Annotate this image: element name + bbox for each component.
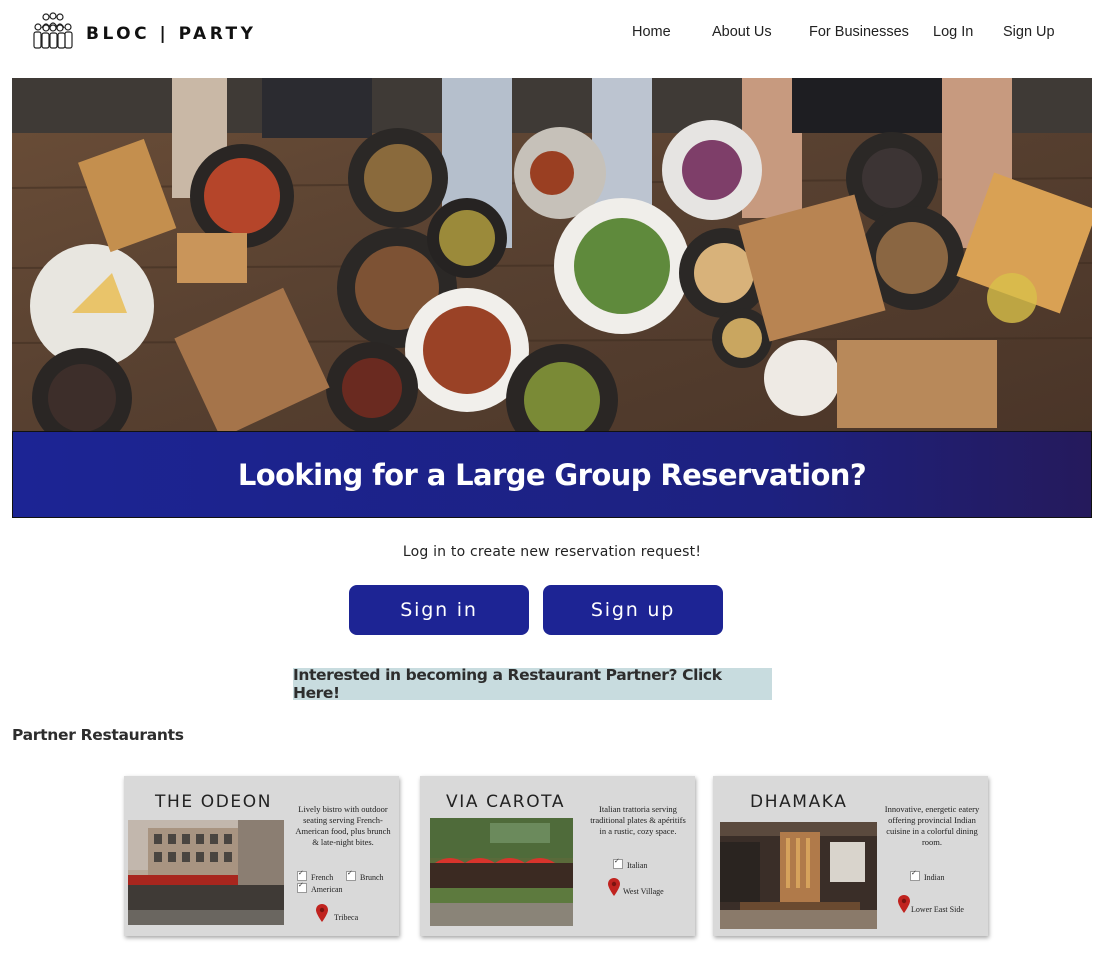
restaurant-name: VIA CAROTA: [446, 792, 566, 812]
restaurant-description: Innovative, energetic eatery offering pr…: [884, 804, 980, 847]
hero-image: [12, 78, 1092, 431]
checkbox-icon: [297, 881, 307, 893]
sign-in-button[interactable]: Sign in: [349, 585, 529, 635]
checkbox-icon: [910, 869, 920, 881]
nav-about-us[interactable]: About Us: [712, 24, 772, 40]
sign-up-button[interactable]: Sign up: [543, 585, 723, 635]
checkbox-icon: [297, 869, 307, 881]
restaurant-location: West Village: [623, 887, 664, 896]
tag-item: Indian: [910, 869, 944, 882]
restaurant-card-dhamaka[interactable]: DHAMAKA Innovative, energetic eatery off…: [713, 776, 988, 936]
hero-banner: Looking for a Large Group Reservation?: [12, 431, 1092, 518]
restaurant-card-odeon[interactable]: THE ODEON Lively bistro with outdoor sea…: [124, 776, 399, 936]
location-pin-icon: [316, 904, 328, 922]
nav-log-in[interactable]: Log In: [933, 24, 973, 40]
location-pin-icon: [608, 878, 620, 896]
site-header: BLOC | PARTY Home About Us For Businesse…: [0, 0, 1102, 70]
tag-item: Brunch: [346, 869, 384, 882]
location-pin-icon: [898, 895, 910, 913]
restaurant-partner-link[interactable]: Interested in becoming a Restaurant Part…: [293, 666, 772, 702]
restaurant-photo: [430, 818, 573, 926]
login-prompt: Log in to create new reservation request…: [402, 544, 702, 560]
tag-item: American: [297, 881, 343, 894]
restaurant-photo: [720, 822, 877, 929]
restaurant-name: DHAMAKA: [750, 792, 848, 812]
food-table-photo: [12, 78, 1092, 431]
restaurant-location: Tribeca: [334, 913, 359, 922]
main-nav: Home About Us For Businesses Log In Sign…: [0, 24, 1102, 44]
restaurant-card-via-carota[interactable]: VIA CAROTA Italian trattoria serving tra…: [420, 776, 695, 936]
nav-home[interactable]: Home: [632, 24, 671, 40]
restaurant-name: THE ODEON: [155, 792, 273, 812]
partner-restaurants-heading: Partner Restaurants: [12, 726, 184, 744]
checkbox-icon: [346, 869, 356, 881]
restaurant-location: Lower East Side: [911, 905, 964, 914]
restaurant-description: Lively bistro with outdoor seating servi…: [295, 804, 391, 847]
tag-item: Italian: [613, 857, 647, 870]
nav-sign-up[interactable]: Sign Up: [1003, 24, 1055, 40]
restaurant-description: Italian trattoria serving traditional pl…: [590, 804, 686, 836]
restaurant-photo: [128, 820, 284, 925]
hero-title: Looking for a Large Group Reservation?: [237, 457, 867, 492]
nav-for-businesses[interactable]: For Businesses: [809, 24, 909, 40]
checkbox-icon: [613, 857, 623, 869]
